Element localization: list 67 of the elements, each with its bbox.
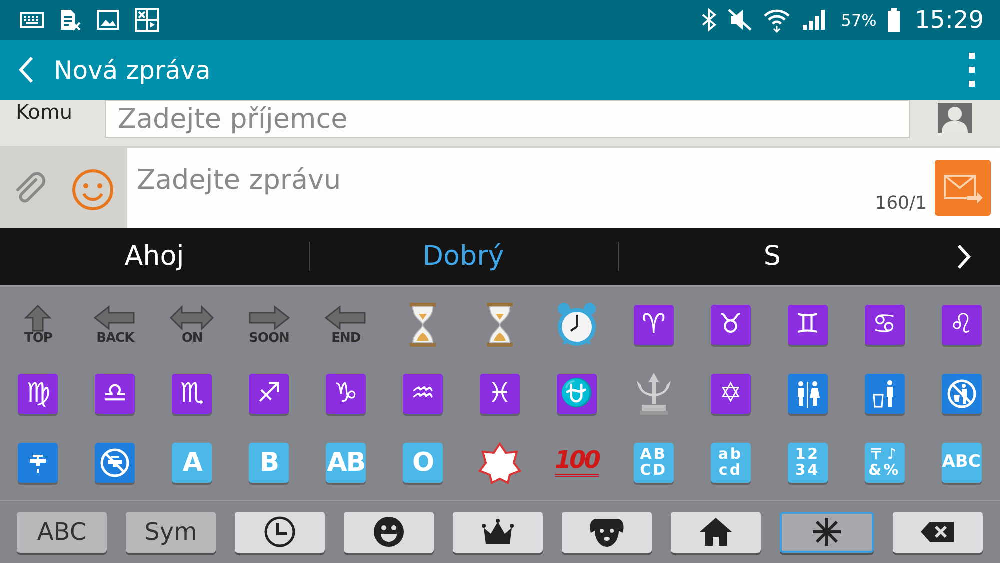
mute-icon [727,8,754,32]
keyboard-icon [20,11,44,29]
emoji-key[interactable] [864,374,905,414]
emoji-key[interactable]: ♉ [710,304,751,344]
asterisk-icon [811,516,843,548]
crown-icon [482,518,514,546]
emoji-key[interactable]: TOP [15,304,62,346]
suggestion-item[interactable]: S [618,228,927,285]
keyboard-key[interactable]: ABC [17,512,107,552]
recipient-field[interactable]: Zadejte příjemce [105,100,910,138]
battery-percent: 57% [841,10,877,30]
emoji-key[interactable]: ♎ [95,374,136,414]
emoji-key[interactable]: BACK [92,304,138,346]
house-icon [699,516,733,548]
emoji-key[interactable] [95,442,136,482]
emoji-key[interactable] [942,374,982,414]
screen-title: Nová zpráva [54,56,212,84]
category-tab[interactable] [235,512,325,552]
category-tab[interactable] [344,512,434,552]
emoji-key[interactable]: ♑ [326,374,366,414]
more-icon [968,52,976,88]
emoji-key[interactable]: ♊ [788,304,828,344]
emoji-key[interactable]: ♋ [864,304,905,344]
emoji-key[interactable]: ♐ [249,374,290,414]
suggestion-item[interactable]: Ahoj [0,228,309,285]
image-icon [96,9,120,31]
category-tab[interactable] [453,512,543,552]
emoji-key[interactable]: ♒ [403,374,444,414]
chevron-right-icon [956,244,972,270]
keyboard-key[interactable]: Sym [126,512,216,552]
emoji-key[interactable]: ♍ [18,374,58,414]
emoji-key[interactable]: SOON [246,304,292,346]
contact-button[interactable] [938,103,972,133]
category-tab[interactable] [780,512,874,552]
category-tab[interactable] [671,512,761,552]
battery-icon [886,7,901,33]
recipient-label: Komu [15,100,74,124]
emoji-key[interactable]: END [323,304,370,346]
clock-time: 15:29 [914,6,984,34]
signal-icon [801,8,828,32]
emoji-key[interactable] [18,442,58,482]
bluetooth-icon [701,8,718,32]
chevron-left-icon [18,56,34,84]
backspace-icon [920,520,956,544]
smiley-icon [71,168,116,212]
hourglass-icon[interactable] [486,302,514,348]
emoji-key[interactable]: ♏ [172,374,212,414]
category-tab[interactable] [562,512,652,552]
no-water-icon [99,446,132,478]
emoji-key[interactable]: ♓ [480,374,520,414]
emoji-key[interactable]: ♌ [942,304,982,344]
smiley-icon [373,516,405,548]
emoji-key[interactable]: ♈ [634,304,674,344]
emoji-key[interactable] [788,374,828,414]
emoji-key[interactable]: ON [169,304,216,346]
wifi-icon [763,7,792,33]
clock-icon [263,515,297,549]
character-counter: 160/1 [875,193,927,214]
hourglass-icon[interactable] [409,302,438,348]
suggestion-item[interactable]: Dobrý [309,228,618,285]
emoji-key[interactable]: ✡ [710,374,751,414]
envelope-icon [943,172,983,204]
contact-icon [938,103,972,133]
arrow-icon [169,304,216,332]
no-litter-icon [946,378,978,410]
screenshot-icon [134,7,160,33]
category-tab[interactable] [893,512,983,552]
